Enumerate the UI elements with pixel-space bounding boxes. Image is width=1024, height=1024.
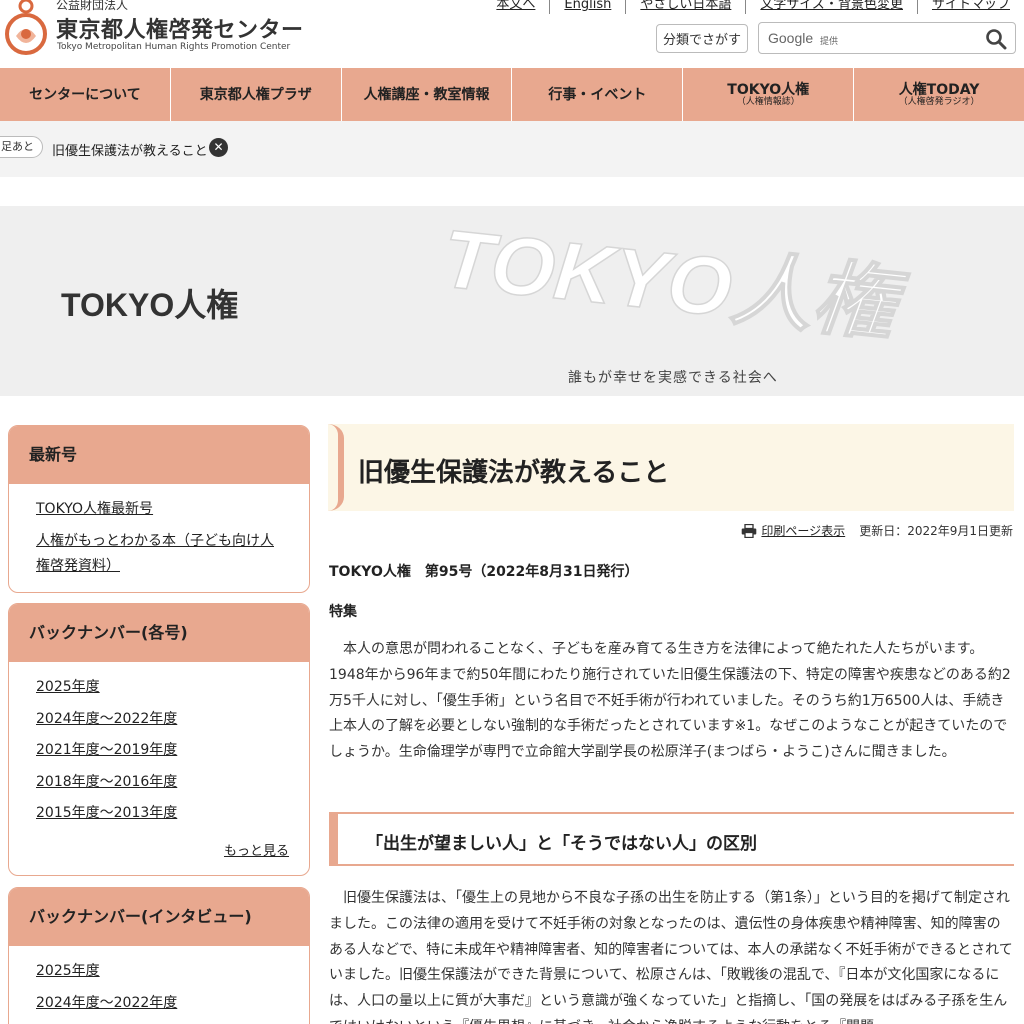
nav-item-events[interactable]: 行事・イベント: [512, 68, 684, 121]
nav-item-courses[interactable]: 人権講座・教室情報: [342, 68, 513, 121]
hero-banner: TOKYO人権 TOKYO人権 誰もが幸せを実感できる社会へ: [0, 206, 1024, 396]
article-title-accent-inner: [328, 424, 338, 511]
sidebar-link-2021-2019[interactable]: 2021年度～2019年度: [36, 735, 309, 767]
hero-tagline: 誰もが幸せを実感できる社会へ: [568, 370, 778, 386]
sidebar-more-link[interactable]: もっと見る: [224, 840, 289, 859]
google-provided-label: 提供: [820, 37, 839, 47]
sidebar-link-interview-2024-2022[interactable]: 2024年度～2022年度: [36, 988, 309, 1020]
sidebar-heading: バックナンバー(インタビュー): [9, 888, 309, 946]
article-meta: 印刷ページ表示 更新日：2022年9月1日更新: [741, 522, 1013, 539]
center-logo-icon[interactable]: [4, 0, 48, 58]
section-heading-accent: [329, 814, 338, 864]
sidebar-latest: 最新号 TOKYO人権最新号 人権がもっとわかる本（子ども向け人 権啓発資料）: [8, 425, 310, 593]
category-search-button[interactable]: 分類でさがす: [656, 24, 748, 53]
issue-info: TOKYO人権 第95号（2022年8月31日発行）: [329, 564, 639, 580]
nav-item-tokyo-jinken[interactable]: TOKYO人権 （人権情報誌）: [683, 68, 855, 121]
hero-title: TOKYO人権: [61, 287, 239, 323]
article-paragraph-2: 旧優生保護法は、「優生上の見地から不良な子孫の出生を防止する（第1条）」という目…: [329, 890, 1013, 1024]
nav-item-about[interactable]: センターについて: [0, 68, 171, 121]
sidebar-heading: バックナンバー(各号): [9, 604, 309, 662]
close-icon[interactable]: ✕: [209, 138, 228, 157]
sidebar-link-interview-2025[interactable]: 2025年度: [36, 956, 309, 988]
breadcrumb-current[interactable]: 旧優生保護法が教えること: [52, 140, 208, 159]
sidebar-backnumber-interview: バックナンバー(インタビュー) 2025年度 2024年度～2022年度: [8, 887, 310, 1024]
nav-item-sub: （人権情報誌）: [736, 96, 800, 107]
sidebar-link-2018-2016[interactable]: 2018年度～2016年度: [36, 767, 309, 799]
article-paragraph-1: 本人の意思が問われることなく、子どもを産み育てる生き方を法律によって絶たれた人た…: [329, 641, 1011, 761]
site-header: 公益財団法人 東京都人権啓発センター Tokyo Metropolitan Hu…: [0, 0, 1024, 68]
sidebar-backnumber-issue: バックナンバー(各号) 2025年度 2024年度～2022年度 2021年度～…: [8, 603, 310, 876]
sidebar-heading: 最新号: [9, 426, 309, 484]
section-heading-text: 「出生が望ましい人」と「そうではない人」の区別: [366, 834, 757, 854]
search-icon[interactable]: [985, 28, 1007, 50]
sidebar-link-latest-issue[interactable]: TOKYO人権最新号: [36, 494, 309, 526]
util-link-text-size[interactable]: 文字サイズ・背景色変更: [745, 0, 917, 14]
nav-item-sub: （人権啓発ラジオ）: [898, 96, 980, 107]
global-nav: センターについて 東京都人権プラザ 人権講座・教室情報 行事・イベント TOKY…: [0, 68, 1024, 121]
util-link-skip[interactable]: 本文へ: [482, 0, 549, 14]
updated-date: 更新日：2022年9月1日更新: [859, 524, 1013, 538]
nav-item-plaza[interactable]: 東京都人権プラザ: [171, 68, 342, 121]
sidebar-link-2025[interactable]: 2025年度: [36, 672, 309, 704]
util-link-easy-japanese[interactable]: やさしい日本語: [625, 0, 745, 14]
org-name[interactable]: 東京都人権啓発センター: [56, 12, 304, 44]
org-name-en: Tokyo Metropolitan Human Rights Promotio…: [57, 42, 291, 52]
feature-label: 特集: [329, 604, 357, 620]
breadcrumb-tag: 足あと: [0, 136, 43, 158]
util-link-sitemap[interactable]: サイトマップ: [916, 0, 1024, 14]
search-input[interactable]: Google 提供: [758, 22, 1016, 54]
print-page-link[interactable]: 印刷ページ表示: [761, 522, 845, 539]
printer-icon[interactable]: [741, 523, 757, 538]
nav-item-jinken-today[interactable]: 人権TODAY （人権啓発ラジオ）: [854, 68, 1024, 121]
section-heading: 「出生が望ましい人」と「そうではない人」の区別: [329, 812, 1014, 866]
google-logo: Google: [768, 30, 814, 46]
sidebar-link-2024-2022[interactable]: 2024年度～2022年度: [36, 704, 309, 736]
page-title: 旧優生保護法が教えること: [358, 458, 670, 488]
sidebar-link-2015-2013[interactable]: 2015年度～2013年度: [36, 798, 309, 830]
hero-art-text: TOKYO人権: [438, 213, 912, 352]
breadcrumb: 足あと 旧優生保護法が教えること ✕: [0, 121, 1024, 177]
util-link-english[interactable]: English: [549, 0, 625, 14]
utility-links: 本文へ English やさしい日本語 文字サイズ・背景色変更 サイトマップ: [482, 0, 1024, 14]
